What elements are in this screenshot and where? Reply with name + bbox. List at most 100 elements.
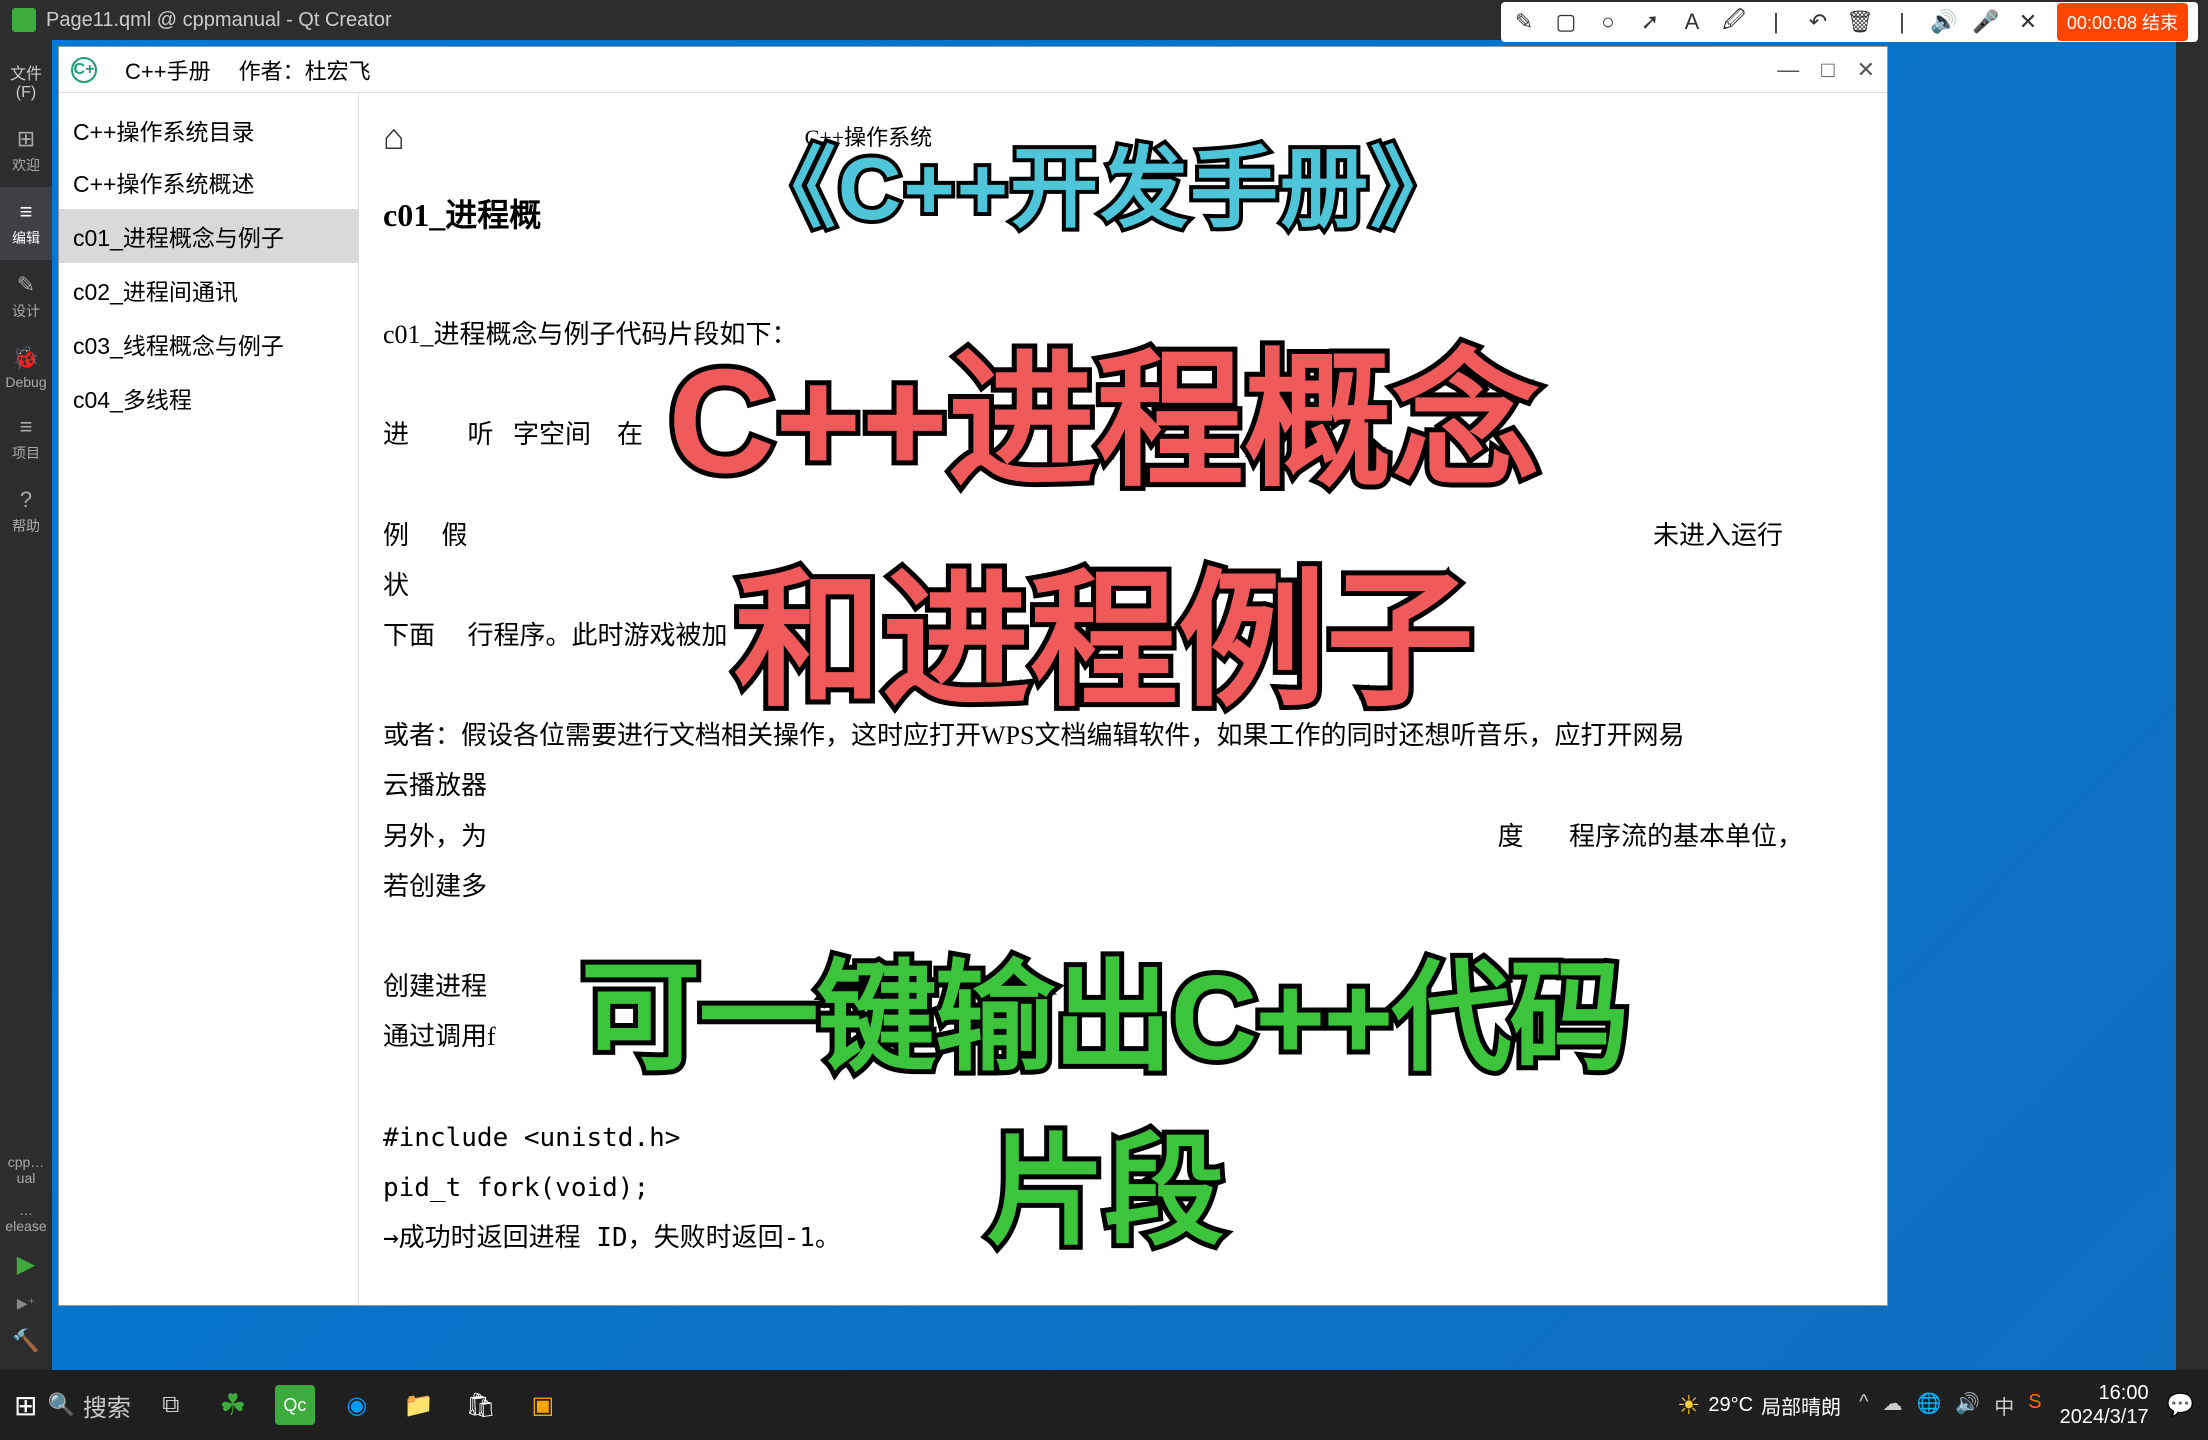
toc-item-c02[interactable]: c02_进程间通讯	[59, 263, 358, 317]
desktop: Page11.qml @ cppmanual - Qt Creator ✎ ▢ …	[0, 0, 2208, 1440]
project-label[interactable]: cpp…ual	[0, 1146, 52, 1194]
breadcrumb: C++操作系统	[805, 119, 933, 156]
run-debug-button[interactable]: ▶⁺	[0, 1287, 52, 1320]
sidebar-label: 欢迎	[12, 157, 40, 173]
maximize-button[interactable]: □	[1821, 57, 1834, 83]
square-icon[interactable]: ▢	[1553, 9, 1579, 35]
tray-ime-icon[interactable]: 中	[1994, 1391, 2014, 1420]
tray-network-icon[interactable]: 🌐	[1916, 1391, 1941, 1420]
tray-volume-icon[interactable]: 🔊	[1955, 1391, 1980, 1420]
sidebar-label: 项目	[12, 445, 40, 461]
sidebar-label: Debug	[5, 374, 46, 390]
content-para: 进 听 字空间 在	[383, 413, 1863, 457]
highlighter-icon[interactable]: 🖉	[1721, 9, 1747, 35]
system-tray: ^ ☁ 🌐 🔊 中 S	[1859, 1391, 2042, 1420]
volume-icon[interactable]: 🔊	[1931, 9, 1957, 35]
code-line: pid_t fork(void);	[383, 1166, 1863, 1210]
app-body: C++操作系统目录 C++操作系统概述 c01_进程概念与例子 c02_进程间通…	[59, 93, 1887, 1305]
content-title: c01_进程概	[383, 188, 1863, 242]
vmware-icon[interactable]: ▣	[523, 1385, 563, 1425]
pencil-icon[interactable]: ✎	[1511, 9, 1537, 35]
taskbar-right: ☀ 29°C 局部晴朗 ^ ☁ 🌐 🔊 中 S 16:00 2024/3/17 …	[1677, 1381, 2194, 1429]
qtcreator-taskbar-icon[interactable]: Qc	[275, 1385, 315, 1425]
arrow-icon[interactable]: ➚	[1637, 9, 1663, 35]
content-para: 若创建多	[383, 865, 1863, 909]
edge-icon[interactable]: ◉	[337, 1385, 377, 1425]
search-label[interactable]: 搜索	[83, 1388, 131, 1423]
time-label: 16:00	[2060, 1381, 2149, 1405]
weather-widget[interactable]: ☀ 29°C 局部晴朗	[1677, 1390, 1841, 1421]
content-para: 创建进程	[383, 965, 1863, 1009]
sun-icon: ☀	[1677, 1390, 1700, 1421]
app-icon: C+	[71, 57, 97, 83]
content-para: 或者：假设各位需要进行文档相关操作，这时应打开WPS文档编辑软件，如果工作的同时…	[383, 714, 1863, 758]
taskview-icon[interactable]: ⧉	[151, 1385, 191, 1425]
code-line: →成功时返回进程 ID，失败时返回-1。	[383, 1216, 1863, 1260]
build-button[interactable]: 🔨	[0, 1320, 52, 1362]
content-pane: ⌂ C++操作系统 c01_进程概 c01_进程概念与例子代码片段如下： 进 听…	[359, 93, 1887, 1305]
toc-header: C++操作系统目录	[59, 105, 358, 155]
trash-icon[interactable]: 🗑	[1847, 9, 1873, 35]
taskbar: ⊞ 🔍 搜索 ⧉ ☘ Qc ◉ 📁 🛍 ▣ ☀ 29°C 局部晴朗 ^ ☁ 🌐 …	[0, 1370, 2208, 1440]
sidebar-item-edit[interactable]: ≡ 编辑	[0, 187, 52, 260]
projects-icon: ≡	[2, 414, 50, 440]
sidebar-item-debug[interactable]: 🐞 Debug	[0, 333, 52, 402]
home-icon[interactable]: ⌂	[383, 107, 405, 168]
code-line: #include <unistd.h>	[383, 1116, 1863, 1160]
explorer-icon[interactable]: 📁	[399, 1385, 439, 1425]
record-timer[interactable]: 00:00:08 结束	[2057, 3, 2188, 41]
tray-sogou-icon[interactable]: S	[2028, 1391, 2041, 1420]
toc-item-c03[interactable]: c03_线程概念与例子	[59, 317, 358, 371]
search-icon[interactable]: 🔍	[47, 1392, 74, 1418]
content-para: 另外，为 度 程序流的基本单位，	[383, 815, 1863, 859]
clock[interactable]: 16:00 2024/3/17	[2060, 1381, 2149, 1429]
sidebar-item-design[interactable]: ✎ 设计	[0, 260, 52, 333]
debug-icon: 🐞	[2, 345, 50, 371]
help-icon: ?	[2, 487, 50, 513]
mic-icon[interactable]: 🎤	[1973, 9, 1999, 35]
design-icon: ✎	[2, 272, 50, 298]
start-button[interactable]: ⊞	[14, 1389, 37, 1422]
qtcreator-icon	[12, 8, 36, 32]
circle-icon[interactable]: ○	[1595, 9, 1621, 35]
toc-item-c01[interactable]: c01_进程概念与例子	[59, 209, 358, 263]
close-icon[interactable]: ✕	[2015, 9, 2041, 35]
text-icon[interactable]: A	[1679, 9, 1705, 35]
run-button[interactable]: ▶	[0, 1242, 52, 1287]
date-label: 2024/3/17	[2060, 1405, 2149, 1429]
file-menu[interactable]: 文件(F)	[0, 48, 52, 114]
qtcreator-sidebar-bottom: cpp…ual …elease ▶ ▶⁺ 🔨	[0, 1138, 52, 1370]
weather-desc: 局部晴朗	[1761, 1391, 1841, 1420]
app-title: C++手册	[125, 54, 211, 86]
app-author: 作者：杜宏飞	[239, 54, 371, 86]
config-label[interactable]: …elease	[0, 1194, 52, 1242]
sidebar-label: 设计	[12, 303, 40, 319]
sidebar-label: 帮助	[12, 518, 40, 534]
app-titlebar: C+ C++手册 作者：杜宏飞 — □ ✕	[59, 47, 1887, 93]
store-icon[interactable]: 🛍	[461, 1385, 501, 1425]
divider: |	[1889, 9, 1915, 35]
toc-item-c04[interactable]: c04_多线程	[59, 371, 358, 425]
notifications-icon[interactable]: 💬	[2167, 1392, 2194, 1418]
weather-temp: 29°C	[1708, 1394, 1753, 1417]
close-button[interactable]: ✕	[1857, 57, 1875, 83]
sidebar-item-welcome[interactable]: ⊞ 欢迎	[0, 114, 52, 187]
grid-icon: ⊞	[2, 126, 50, 152]
sidebar-item-projects[interactable]: ≡ 项目	[0, 402, 52, 475]
content-para: 云播放器	[383, 764, 1863, 808]
toc-item-overview[interactable]: C++操作系统概述	[59, 155, 358, 209]
clover-icon[interactable]: ☘	[213, 1385, 253, 1425]
undo-icon[interactable]: ↶	[1805, 9, 1831, 35]
qtcreator-title: Page11.qml @ cppmanual - Qt Creator	[46, 9, 392, 32]
content-para: 状	[383, 564, 1863, 608]
tray-cloud-icon[interactable]: ☁	[1882, 1391, 1902, 1420]
minimize-button[interactable]: —	[1777, 57, 1799, 83]
sidebar-item-help[interactable]: ? 帮助	[0, 475, 52, 548]
content-line: c01_进程概念与例子代码片段如下：	[383, 313, 1863, 357]
divider: |	[1763, 9, 1789, 35]
recorder-toolbar: ✎ ▢ ○ ➚ A 🖉 | ↶ 🗑 | 🔊 🎤 ✕ 00:00:08 结束	[1501, 2, 2198, 42]
tray-chevron-icon[interactable]: ^	[1859, 1391, 1868, 1420]
toc-sidebar: C++操作系统目录 C++操作系统概述 c01_进程概念与例子 c02_进程间通…	[59, 93, 359, 1305]
content-para: 下面 行程序。此时游戏被加	[383, 614, 1863, 658]
qtcreator-right-panel	[2176, 40, 2208, 1370]
